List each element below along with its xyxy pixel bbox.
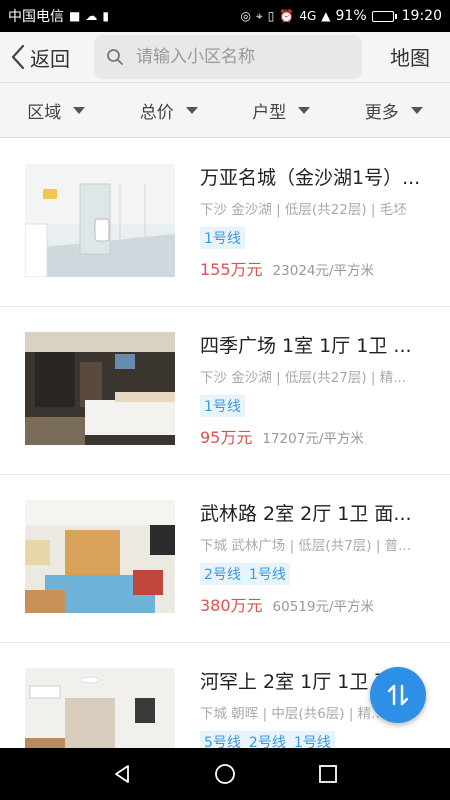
- metro-tag: 1号线: [244, 563, 290, 585]
- circle-home-icon: [215, 764, 235, 784]
- search-input[interactable]: [136, 47, 356, 67]
- listing-info: 四季广场 1室 1厅 1卫 ... 下沙 金沙湖 | 低层(共27层) | 精.…: [200, 331, 430, 448]
- carrier-label: 中国电信: [8, 9, 64, 25]
- briefcase-icon: ■: [69, 9, 81, 23]
- filter-label: 户型: [252, 102, 287, 123]
- listing-meta: 下城 武林广场 | 低层(共7层) | 普...: [200, 538, 412, 554]
- status-left: 中国电信 ■ ☁ ▮: [8, 6, 109, 26]
- listing-price: 380万元: [200, 596, 263, 615]
- filter-more[interactable]: 更多: [338, 83, 450, 137]
- listing-title: 武林路 2室 2厅 1卫 面...: [200, 503, 412, 525]
- listing-photo: [25, 668, 175, 748]
- listing-item[interactable]: 武林路 2室 2厅 1卫 面... 下城 武林广场 | 低层(共7层) | 普.…: [0, 475, 450, 643]
- listing-tags: 1号线: [200, 395, 430, 417]
- signal-icon: ▲: [321, 9, 331, 23]
- metro-tag: 2号线: [200, 563, 245, 585]
- sort-arrows-icon: [387, 684, 409, 706]
- nav-back-button[interactable]: [102, 754, 142, 794]
- listing-meta: 下沙 金沙湖 | 低层(共22层) | 毛坯: [200, 202, 407, 218]
- hotspot-icon: ◎: [240, 9, 252, 23]
- listing-price: 155万元: [200, 260, 263, 279]
- listing-photo: [25, 500, 175, 613]
- listing-title: 万亚名城（金沙湖1号）...: [200, 167, 421, 189]
- cloud-icon: ☁: [85, 9, 98, 23]
- listing-item[interactable]: 万亚名城（金沙湖1号）... 下沙 金沙湖 | 低层(共22层) | 毛坯 1号…: [0, 139, 450, 307]
- listing-tags: 1号线: [200, 227, 430, 249]
- chevron-left-icon: [11, 44, 25, 70]
- battery-percent: 91%: [335, 8, 367, 24]
- filter-bar: 区域 总价 户型 更多: [0, 82, 450, 138]
- metro-tag: 1号线: [200, 227, 245, 249]
- caret-down-icon: [73, 106, 86, 114]
- listing-unit-price: 17207元/平方米: [262, 431, 364, 447]
- map-button[interactable]: 地图: [390, 42, 430, 71]
- price-row: 95万元 17207元/平方米: [200, 424, 430, 448]
- listing-photo: [25, 332, 175, 445]
- listing-title: 四季广场 1室 1厅 1卫 ...: [200, 335, 412, 357]
- filter-layout[interactable]: 户型: [225, 83, 338, 137]
- triangle-back-icon: [114, 765, 129, 783]
- listing-tags: 2号线 1号线: [200, 563, 430, 585]
- metro-tag: 5号线: [200, 731, 245, 748]
- price-row: 380万元 60519元/平方米: [200, 592, 430, 616]
- listing-item[interactable]: 四季广场 1室 1厅 1卫 ... 下沙 金沙湖 | 低层(共27层) | 精.…: [0, 307, 450, 475]
- filter-area[interactable]: 区域: [0, 83, 113, 137]
- metro-tag: 1号线: [289, 731, 335, 748]
- clock: 19:20: [401, 8, 442, 24]
- listing-unit-price: 23024元/平方米: [272, 263, 375, 279]
- filter-label: 更多: [364, 102, 399, 123]
- system-nav-bar: [0, 748, 450, 800]
- alarm-icon: ⏰: [279, 9, 295, 23]
- listing-info: 万亚名城（金沙湖1号）... 下沙 金沙湖 | 低层(共22层) | 毛坯 1号…: [200, 163, 430, 280]
- status-right: ◎ ⌖ ▯ ⏰ 4G ▲ 91% 19:20: [241, 8, 442, 24]
- square-recent-icon: [319, 765, 338, 783]
- listing-tags: 5号线 2号线 1号线: [200, 731, 430, 748]
- listing-price: 95万元: [200, 428, 253, 447]
- listing-meta: 下沙 金沙湖 | 低层(共27层) | 精...: [200, 370, 407, 386]
- listing-photo: [25, 164, 175, 277]
- back-label: 返回: [30, 46, 70, 71]
- sim-icon: ▮: [102, 9, 109, 23]
- nav-recent-button[interactable]: [308, 754, 348, 794]
- caret-down-icon: [410, 106, 423, 114]
- nav-home-button[interactable]: [205, 754, 245, 794]
- caret-down-icon: [185, 106, 198, 114]
- caret-down-icon: [298, 106, 311, 114]
- location-icon: ⌖: [256, 8, 263, 23]
- battery-icon: [371, 10, 397, 22]
- back-button[interactable]: 返回: [10, 37, 70, 77]
- search-icon: [107, 49, 123, 65]
- status-bar: 中国电信 ■ ☁ ▮ ◎ ⌖ ▯ ⏰ 4G ▲ 91% 19:20: [0, 0, 450, 32]
- filter-total-price[interactable]: 总价: [113, 83, 226, 137]
- filter-label: 区域: [27, 102, 62, 123]
- metro-tag: 2号线: [244, 731, 290, 748]
- vibrate-icon: ▯: [267, 9, 275, 23]
- listing-info: 武林路 2室 2厅 1卫 面... 下城 武林广场 | 低层(共7层) | 普.…: [200, 499, 430, 616]
- price-row: 155万元 23024元/平方米: [200, 256, 430, 280]
- listing-list[interactable]: 万亚名城（金沙湖1号）... 下沙 金沙湖 | 低层(共22层) | 毛坯 1号…: [0, 139, 450, 748]
- sort-fab-button[interactable]: [370, 667, 426, 723]
- metro-tag: 1号线: [200, 395, 245, 417]
- listing-unit-price: 60519元/平方米: [272, 599, 375, 615]
- search-box[interactable]: [94, 35, 362, 79]
- network-type-label: 4G: [299, 9, 317, 23]
- header: 返回 地图: [0, 32, 450, 82]
- filter-label: 总价: [139, 102, 174, 123]
